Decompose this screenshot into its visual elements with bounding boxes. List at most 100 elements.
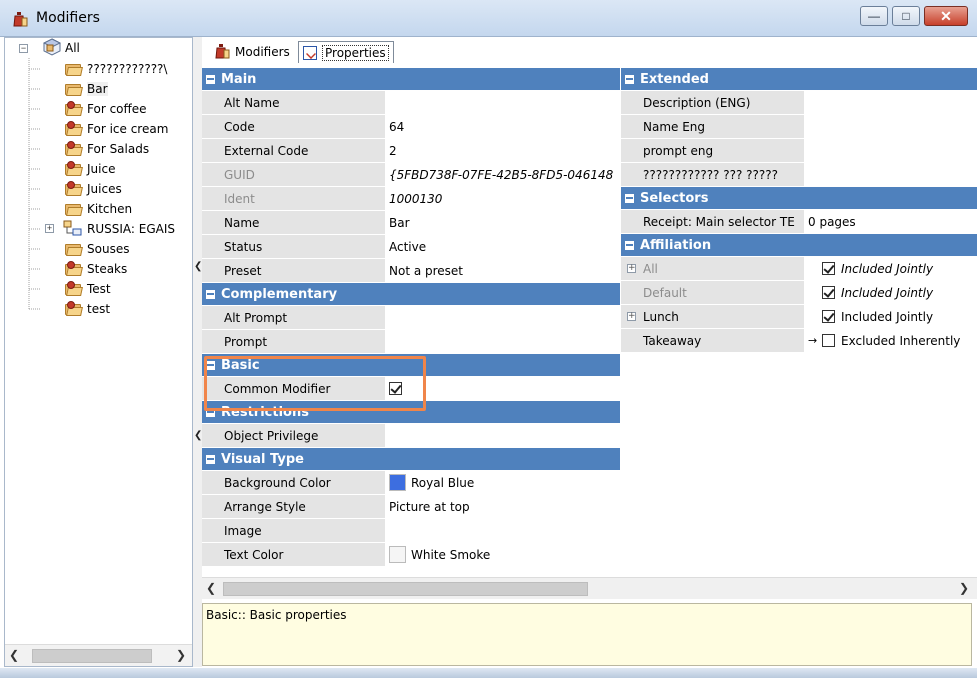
property-value[interactable]: Not a preset [385, 259, 620, 282]
affiliation-checkbox[interactable] [822, 334, 835, 347]
collapse-icon[interactable] [206, 454, 215, 464]
property-value[interactable]: Included Jointly [804, 305, 977, 328]
property-value[interactable]: Active [385, 235, 620, 258]
tree-item[interactable]: test [63, 299, 110, 319]
property-value[interactable]: → Excluded Inherently [804, 329, 977, 352]
tree-item[interactable]: For ice cream [63, 119, 168, 139]
property-row[interactable]: ???????????? ??? ????? [621, 163, 977, 187]
tree-item[interactable]: Juices [63, 179, 122, 199]
collapse-icon[interactable] [625, 193, 634, 203]
tree-item[interactable]: Souses [63, 239, 129, 259]
property-value[interactable] [385, 519, 620, 542]
affiliation-row[interactable]: + Lunch Included Jointly [621, 305, 977, 329]
tree-horizontal-scrollbar[interactable]: ❮ ❯ [5, 644, 192, 666]
property-value[interactable]: White Smoke [385, 543, 620, 566]
affiliation-checkbox[interactable] [822, 286, 835, 299]
expand-icon[interactable]: + [627, 312, 636, 321]
section-complementary[interactable]: Complementary [202, 283, 620, 306]
property-value[interactable] [385, 306, 620, 329]
tree-item[interactable]: For coffee [63, 99, 147, 119]
modifier-tree[interactable]: − All ????????????\ Bar For coffee For i… [4, 37, 193, 667]
property-row[interactable]: Background Color Royal Blue [202, 471, 620, 495]
affiliation-checkbox[interactable] [822, 310, 835, 323]
property-row[interactable]: Ident 1000130 [202, 187, 620, 211]
property-row[interactable]: Arrange Style Picture at top [202, 495, 620, 519]
property-row[interactable]: Receipt: Main selector TE 0 pages [621, 210, 977, 234]
tree-item-selected[interactable]: Bar [63, 79, 108, 99]
property-value[interactable] [385, 91, 620, 114]
property-row[interactable]: Text Color White Smoke [202, 543, 620, 567]
collapse-icon[interactable] [206, 407, 215, 417]
scroll-right-icon[interactable]: ❯ [959, 581, 969, 595]
affiliation-row[interactable]: Takeaway → Excluded Inherently [621, 329, 977, 353]
expand-icon[interactable]: + [627, 264, 636, 273]
tree-root-collapse-icon[interactable]: − [19, 44, 28, 53]
property-row[interactable]: Common Modifier [202, 377, 620, 401]
property-row[interactable]: Name Bar [202, 211, 620, 235]
property-row[interactable]: Image [202, 519, 620, 543]
property-row[interactable]: External Code 2 [202, 139, 620, 163]
grid-horizontal-scrollbar[interactable]: ❮ ❯ [202, 577, 977, 599]
property-value[interactable]: Included Jointly [804, 257, 977, 280]
section-selectors[interactable]: Selectors [621, 187, 977, 210]
scroll-left-icon[interactable]: ❮ [9, 648, 19, 662]
close-button[interactable]: ✕ [924, 6, 968, 26]
section-affiliation[interactable]: Affiliation [621, 234, 977, 257]
property-row[interactable]: Prompt [202, 330, 620, 354]
property-value[interactable] [385, 424, 620, 447]
property-row[interactable]: Alt Name [202, 91, 620, 115]
section-main[interactable]: Main [202, 68, 620, 91]
collapse-icon[interactable] [206, 360, 215, 370]
property-row[interactable]: Name Eng [621, 115, 977, 139]
property-value[interactable] [804, 139, 977, 162]
collapse-icon[interactable] [206, 289, 215, 299]
tree-root-all[interactable]: All [42, 37, 80, 58]
affiliation-row[interactable]: Default Included Jointly [621, 281, 977, 305]
property-value[interactable] [385, 330, 620, 353]
property-row[interactable]: Object Privilege [202, 424, 620, 448]
minimize-button[interactable]: — [860, 6, 888, 26]
property-value[interactable]: 2 [385, 139, 620, 162]
scroll-right-icon[interactable]: ❯ [176, 648, 186, 662]
affiliation-row[interactable]: + All Included Jointly [621, 257, 977, 281]
property-value[interactable]: Included Jointly [804, 281, 977, 304]
property-row[interactable]: prompt eng [621, 139, 977, 163]
tree-item[interactable]: ????????????\ [63, 59, 167, 79]
maximize-button[interactable]: □ [892, 6, 920, 26]
tree-item[interactable]: Steaks [63, 259, 127, 279]
property-row[interactable]: GUID {5FBD738F-07FE-42B5-8FD5-046148 [202, 163, 620, 187]
property-row[interactable]: Status Active [202, 235, 620, 259]
tab-properties[interactable]: Properties [298, 41, 394, 63]
property-value[interactable] [804, 91, 977, 114]
scroll-left-icon[interactable]: ❮ [206, 581, 216, 595]
property-row[interactable]: Description (ENG) [621, 91, 977, 115]
property-value[interactable]: Royal Blue [385, 471, 620, 494]
tree-item[interactable]: Kitchen [63, 199, 132, 219]
tree-item[interactable]: Test [63, 279, 111, 299]
property-value[interactable] [804, 115, 977, 138]
property-value[interactable]: Picture at top [385, 495, 620, 518]
tree-item[interactable]: RUSSIA: EGAIS [63, 219, 175, 239]
section-basic[interactable]: Basic [202, 354, 620, 377]
property-row[interactable]: Preset Not a preset [202, 259, 620, 283]
common-modifier-checkbox[interactable] [389, 382, 402, 395]
panel-splitter[interactable]: ❮ ❮ [193, 37, 202, 667]
tree-item[interactable]: Juice [63, 159, 115, 179]
section-restrictions[interactable]: Restrictions [202, 401, 620, 424]
collapse-icon[interactable] [625, 240, 634, 250]
tab-modifiers[interactable]: Modifiers [210, 41, 294, 63]
scroll-thumb[interactable] [32, 649, 152, 663]
section-extended[interactable]: Extended [621, 68, 977, 91]
property-value[interactable]: 0 pages [804, 210, 977, 233]
property-row[interactable]: Alt Prompt [202, 306, 620, 330]
section-visual-type[interactable]: Visual Type [202, 448, 620, 471]
tree-expand-icon[interactable]: + [45, 224, 54, 233]
collapse-icon[interactable] [625, 74, 634, 84]
property-value[interactable] [804, 163, 977, 186]
scroll-thumb[interactable] [223, 582, 588, 596]
property-value[interactable]: Bar [385, 211, 620, 234]
property-value[interactable]: 64 [385, 115, 620, 138]
affiliation-checkbox[interactable] [822, 262, 835, 275]
collapse-icon[interactable] [206, 74, 215, 84]
tree-item[interactable]: For Salads [63, 139, 149, 159]
